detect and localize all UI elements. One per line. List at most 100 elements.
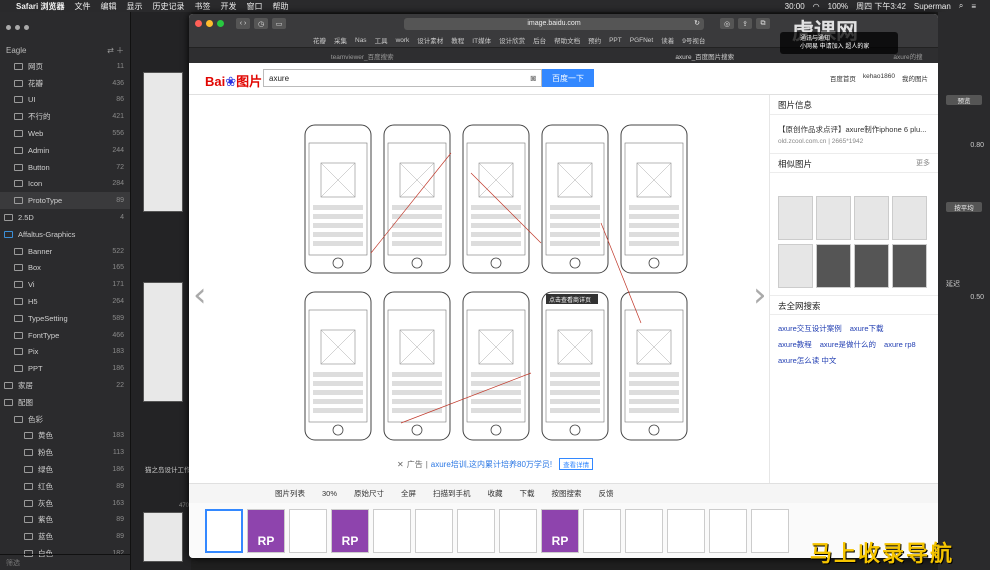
filmstrip-thumbnail[interactable]: [457, 508, 495, 553]
window-dot-icon[interactable]: [24, 24, 29, 30]
similar-image[interactable]: [892, 196, 927, 240]
filmstrip-thumbnail[interactable]: RP: [331, 508, 369, 553]
tree-item[interactable]: 家居 22: [0, 377, 130, 394]
tree-item[interactable]: 2.5D 4: [0, 209, 130, 226]
viewer-tool[interactable]: 收藏: [488, 488, 503, 499]
window-dot-icon[interactable]: [15, 24, 20, 30]
tree-item[interactable]: 粉色 113: [0, 444, 130, 461]
search-suggestion-link[interactable]: axure交互设计案例: [778, 321, 842, 337]
window-dot-icon[interactable]: [6, 24, 11, 30]
search-button[interactable]: 百度一下: [542, 69, 594, 87]
filmstrip-thumbnail[interactable]: [667, 508, 705, 553]
search-icon[interactable]: ⌕: [959, 1, 963, 11]
notification-popup[interactable]: 通讯与通知 小网易 申请加入 超人的家: [780, 32, 898, 54]
favorite-item[interactable]: 教程: [451, 35, 464, 45]
filmstrip-thumbnail[interactable]: [289, 508, 327, 553]
viewer-tool[interactable]: 按图搜索: [552, 488, 582, 499]
eagle-title[interactable]: Eagle: [6, 46, 26, 55]
sidebar-icon[interactable]: ▭: [272, 18, 286, 29]
filmstrip-thumbnail[interactable]: [205, 508, 243, 553]
sort-icon[interactable]: ⇄ ＋: [107, 45, 124, 56]
tree-item[interactable]: 配图: [0, 394, 130, 411]
viewer-tool[interactable]: 原始尺寸: [354, 488, 384, 499]
similar-image[interactable]: [816, 244, 851, 288]
tree-item[interactable]: Banner 522: [0, 243, 130, 260]
favorite-item[interactable]: 帮助文档: [554, 35, 580, 45]
search-suggestion-link[interactable]: axure教程: [778, 337, 812, 353]
menu-edit[interactable]: 编辑: [100, 1, 116, 12]
similar-image[interactable]: [778, 244, 813, 288]
favorite-item[interactable]: IT媒体: [472, 35, 491, 45]
link-baidu-home[interactable]: 百度首页: [830, 73, 856, 83]
thumbnail-image[interactable]: [143, 282, 183, 402]
close-icon[interactable]: [195, 20, 202, 27]
filmstrip-thumbnail[interactable]: [625, 508, 663, 553]
filmstrip-thumbnail[interactable]: [499, 508, 537, 553]
tree-item[interactable]: TypeSetting 589: [0, 310, 130, 327]
filmstrip-thumbnail[interactable]: [583, 508, 621, 553]
tree-item[interactable]: Affaltus-Graphics: [0, 226, 130, 243]
search-suggestion-link[interactable]: axure是做什么的: [820, 337, 876, 353]
search-input[interactable]: axure ◙: [263, 69, 542, 87]
tree-item[interactable]: Web 556: [0, 125, 130, 142]
maximize-icon[interactable]: [217, 20, 224, 27]
search-suggestion-link[interactable]: axure怎么读 中文: [778, 353, 836, 369]
info-source[interactable]: old.zcool.com.cn: [778, 138, 826, 145]
similar-image[interactable]: [892, 244, 927, 288]
tree-item[interactable]: FontType 466: [0, 327, 130, 344]
viewer-tool[interactable]: 30%: [322, 489, 337, 498]
close-ad-icon[interactable]: ✕: [397, 460, 404, 469]
tree-item[interactable]: UI 86: [0, 92, 130, 109]
viewer-tool[interactable]: 扫描到手机: [433, 488, 471, 499]
menu-help[interactable]: 帮助: [272, 1, 288, 12]
value-2[interactable]: 0.50: [970, 294, 984, 301]
tree-item[interactable]: 绿色 186: [0, 461, 130, 478]
thumbnail-image[interactable]: [143, 72, 183, 212]
tree-item[interactable]: 红色 89: [0, 478, 130, 495]
ad-link[interactable]: axure培训,这内累计培养80万学员!: [431, 459, 552, 470]
favorite-item[interactable]: PPT: [609, 37, 622, 44]
similar-image[interactable]: [854, 244, 889, 288]
favorite-item[interactable]: 后台: [533, 35, 546, 45]
tree-item[interactable]: Admin 244: [0, 142, 130, 159]
tree-item[interactable]: 紫色 89: [0, 512, 130, 529]
history-icon[interactable]: ◷: [254, 18, 268, 29]
camera-icon[interactable]: ◙: [531, 73, 536, 83]
tree-item[interactable]: 花瓣 436: [0, 75, 130, 92]
tree-item[interactable]: H5 264: [0, 293, 130, 310]
filmstrip-thumbnail[interactable]: [415, 508, 453, 553]
filmstrip-thumbnail[interactable]: RP: [541, 508, 579, 553]
favorite-item[interactable]: 9号视台: [682, 35, 705, 45]
reload-icon[interactable]: ↻: [694, 19, 700, 27]
favorite-item[interactable]: 读着: [661, 35, 674, 45]
wireframe-image[interactable]: 点击查看商详页: [301, 123, 703, 453]
viewer-tool[interactable]: 全屏: [401, 488, 416, 499]
extension-icon[interactable]: ◎: [720, 18, 734, 29]
favorite-item[interactable]: 工具: [375, 35, 388, 45]
menu-file[interactable]: 文件: [74, 1, 90, 12]
back-button[interactable]: ‹ ›: [236, 18, 250, 29]
menu-history[interactable]: 历史记录: [152, 1, 184, 12]
ad-detail-button[interactable]: 查看详情: [559, 458, 594, 470]
baidu-logo[interactable]: Bai❀图片: [205, 71, 262, 90]
viewer-tool[interactable]: 下载: [520, 488, 535, 499]
tree-item[interactable]: ProtoType 89: [0, 192, 130, 210]
tree-item[interactable]: PPT 186: [0, 360, 130, 377]
tree-item[interactable]: 黄色 183: [0, 428, 130, 445]
tree-item[interactable]: Pix 183: [0, 344, 130, 361]
viewer-tool[interactable]: 反馈: [599, 488, 614, 499]
tree-item[interactable]: 色彩: [0, 411, 130, 428]
filmstrip-thumbnail[interactable]: [373, 508, 411, 553]
tree-item[interactable]: 网页 11: [0, 58, 130, 75]
favorite-item[interactable]: 预约: [588, 35, 601, 45]
info-link[interactable]: 【原创作品求点评】axure制作iphone 6 plu...: [770, 121, 938, 138]
favorite-item[interactable]: 花瓣: [313, 35, 326, 45]
share-icon[interactable]: ⇪: [738, 18, 752, 29]
value-1[interactable]: 0.80: [970, 142, 984, 149]
minimize-icon[interactable]: [206, 20, 213, 27]
tab-teamviewer[interactable]: teamviewer_百度搜索: [193, 51, 532, 61]
filmstrip-thumbnail[interactable]: [751, 508, 789, 553]
similar-image[interactable]: [778, 196, 813, 240]
tree-item[interactable]: Button 72: [0, 159, 130, 176]
user-name[interactable]: Superman: [914, 2, 951, 11]
